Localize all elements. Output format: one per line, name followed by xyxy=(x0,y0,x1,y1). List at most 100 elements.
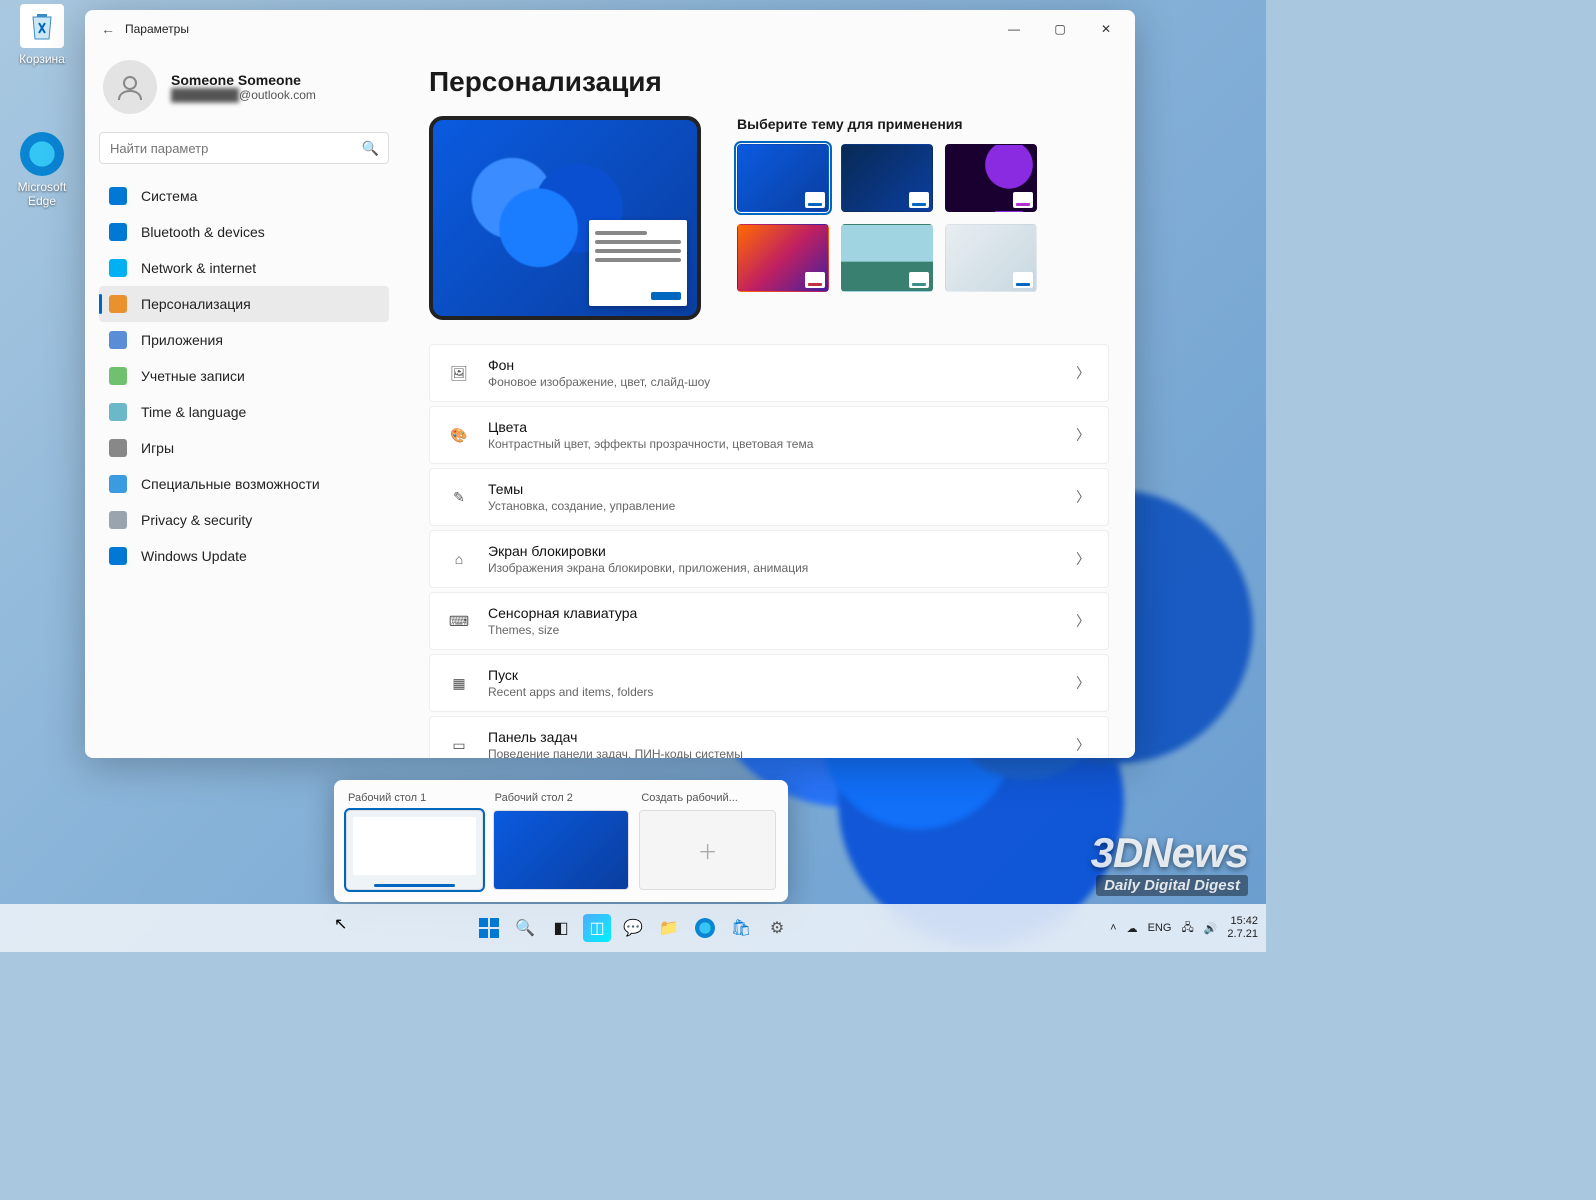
option-image[interactable]: 🖼ФонФоновое изображение, цвет, слайд-шоу… xyxy=(429,344,1109,402)
theme-option-t5[interactable] xyxy=(841,224,933,292)
chevron-right-icon: 〉 xyxy=(1076,735,1090,755)
sidebar-item-privacy[interactable]: Privacy & security xyxy=(99,502,389,538)
search-button[interactable]: 🔍 xyxy=(511,914,539,942)
option-keyboard[interactable]: ⌨Сенсорная клавиатураThemes, size〉 xyxy=(429,592,1109,650)
sidebar-item-update[interactable]: Windows Update xyxy=(99,538,389,574)
option-title: Темы xyxy=(488,481,1058,497)
minimize-button[interactable]: — xyxy=(991,14,1037,44)
theme-option-t4[interactable] xyxy=(737,224,829,292)
network-icon[interactable]: 🖧 xyxy=(1181,919,1193,938)
desktop-preview[interactable] xyxy=(429,116,701,320)
sidebar-item-label: Система xyxy=(141,188,197,204)
taskbar: 🔍 ◧ ◫ 💬 📁 🛍 ⚙ ˄ ☁ ENG 🖧 🔊 15:42 2.7.21 xyxy=(0,904,1266,952)
widgets-button[interactable]: ◫ xyxy=(583,914,611,942)
option-start[interactable]: ▦ПускRecent apps and items, folders〉 xyxy=(429,654,1109,712)
option-lock[interactable]: ⌂Экран блокировкиИзображения экрана блок… xyxy=(429,530,1109,588)
store-button[interactable]: 🛍 xyxy=(727,914,755,942)
desktop-thumbnail[interactable] xyxy=(493,810,630,890)
sidebar-item-label: Windows Update xyxy=(141,548,247,564)
sidebar-item-accounts[interactable]: Учетные записи xyxy=(99,358,389,394)
update-icon xyxy=(109,547,127,565)
chevron-right-icon: 〉 xyxy=(1076,425,1090,445)
sidebar-item-time[interactable]: Time & language xyxy=(99,394,389,430)
sidebar-item-label: Privacy & security xyxy=(141,512,252,528)
sidebar-item-label: Приложения xyxy=(141,332,223,348)
back-button[interactable]: ← xyxy=(91,21,125,37)
theme-mini-preview xyxy=(909,272,929,288)
sidebar-item-gaming[interactable]: Игры xyxy=(99,430,389,466)
theme-option-t2[interactable] xyxy=(841,144,933,212)
option-title: Цвета xyxy=(488,419,1058,435)
sidebar-item-network[interactable]: Network & internet xyxy=(99,250,389,286)
start-button[interactable] xyxy=(475,914,503,942)
volume-icon[interactable]: 🔊 xyxy=(1204,922,1218,935)
sidebar-item-label: Учетные записи xyxy=(141,368,245,384)
tray-chevron-icon[interactable]: ˄ xyxy=(1110,922,1116,934)
palette-icon: 🎨 xyxy=(448,427,470,444)
start-icon: ▦ xyxy=(448,675,470,692)
page-title: Персонализация xyxy=(429,66,1109,98)
preview-window xyxy=(589,220,687,306)
user-account-row[interactable]: Someone Someone ████████@outlook.com xyxy=(99,54,389,128)
option-subtitle: Поведение панели задач, ПИН-коды системы xyxy=(488,747,1058,758)
desktop-icon-recycle-bin[interactable]: Корзина xyxy=(6,4,78,66)
window-title: Параметры xyxy=(125,22,189,36)
image-icon: 🖼 xyxy=(448,365,470,382)
cursor-icon: ↖ xyxy=(334,914,347,934)
option-taskbar[interactable]: ▭Панель задачПоведение панели задач, ПИН… xyxy=(429,716,1109,758)
add-virtual-desktop[interactable]: Создать рабочий... ＋ xyxy=(639,792,776,890)
option-subtitle: Контрастный цвет, эффекты прозрачности, … xyxy=(488,437,1058,451)
close-button[interactable]: ✕ xyxy=(1083,14,1129,44)
edge-button[interactable] xyxy=(691,914,719,942)
user-avatar xyxy=(103,60,157,114)
chevron-right-icon: 〉 xyxy=(1076,611,1090,631)
virtual-desktop-1[interactable]: Рабочий стол 1 xyxy=(346,792,483,890)
accessibility-icon xyxy=(109,475,127,493)
pen-icon: ✎ xyxy=(448,489,470,506)
search-box[interactable]: 🔍 xyxy=(99,132,389,164)
lock-icon: ⌂ xyxy=(448,551,470,567)
apps-icon xyxy=(109,331,127,349)
option-title: Панель задач xyxy=(488,729,1058,745)
sidebar-item-bluetooth[interactable]: Bluetooth & devices xyxy=(99,214,389,250)
maximize-button[interactable]: ▢ xyxy=(1037,14,1083,44)
theme-mini-preview xyxy=(805,192,825,208)
content-area: Персонализация Выберите тему для примене… xyxy=(403,48,1135,758)
sidebar-item-system[interactable]: Система xyxy=(99,178,389,214)
task-view-flyout: Рабочий стол 1 Рабочий стол 2 Создать ра… xyxy=(334,780,788,902)
sidebar-item-label: Bluetooth & devices xyxy=(141,224,265,240)
personalization-icon xyxy=(109,295,127,313)
virtual-desktop-2[interactable]: Рабочий стол 2 xyxy=(493,792,630,890)
edge-icon xyxy=(20,132,64,176)
option-subtitle: Recent apps and items, folders xyxy=(488,685,1058,699)
option-title: Экран блокировки xyxy=(488,543,1058,559)
theme-option-t1[interactable] xyxy=(737,144,829,212)
settings-button[interactable]: ⚙ xyxy=(763,914,791,942)
file-explorer-button[interactable]: 📁 xyxy=(655,914,683,942)
system-tray[interactable]: ˄ ☁ ENG 🖧 🔊 15:42 2.7.21 xyxy=(1110,915,1258,941)
time-icon xyxy=(109,403,127,421)
search-input[interactable] xyxy=(99,132,389,164)
add-desktop-button[interactable]: ＋ xyxy=(639,810,776,890)
sidebar-item-accessibility[interactable]: Специальные возможности xyxy=(99,466,389,502)
task-view-button[interactable]: ◧ xyxy=(547,914,575,942)
sidebar-item-personalization[interactable]: Персонализация xyxy=(99,286,389,322)
lang-indicator[interactable]: ENG xyxy=(1148,922,1172,934)
desktop-thumbnail[interactable] xyxy=(346,810,483,890)
keyboard-icon: ⌨ xyxy=(448,613,470,630)
clock[interactable]: 15:42 2.7.21 xyxy=(1227,915,1258,941)
bluetooth-icon xyxy=(109,223,127,241)
gaming-icon xyxy=(109,439,127,457)
watermark: 3DNews Daily Digital Digest xyxy=(1091,829,1248,896)
theme-mini-preview xyxy=(1013,272,1033,288)
option-palette[interactable]: 🎨 Цвета Контрастный цвет, эффекты прозрачн… xyxy=(429,406,1109,464)
sidebar-item-label: Time & language xyxy=(141,404,246,420)
chevron-right-icon: 〉 xyxy=(1076,363,1090,383)
theme-option-t6[interactable] xyxy=(945,224,1037,292)
sidebar-item-apps[interactable]: Приложения xyxy=(99,322,389,358)
theme-option-t3[interactable] xyxy=(945,144,1037,212)
option-pen[interactable]: ✎ТемыУстановка, создание, управление〉 xyxy=(429,468,1109,526)
chat-button[interactable]: 💬 xyxy=(619,914,647,942)
onedrive-icon[interactable]: ☁ xyxy=(1127,922,1138,935)
desktop-icon-edge[interactable]: Microsoft Edge xyxy=(6,132,78,208)
